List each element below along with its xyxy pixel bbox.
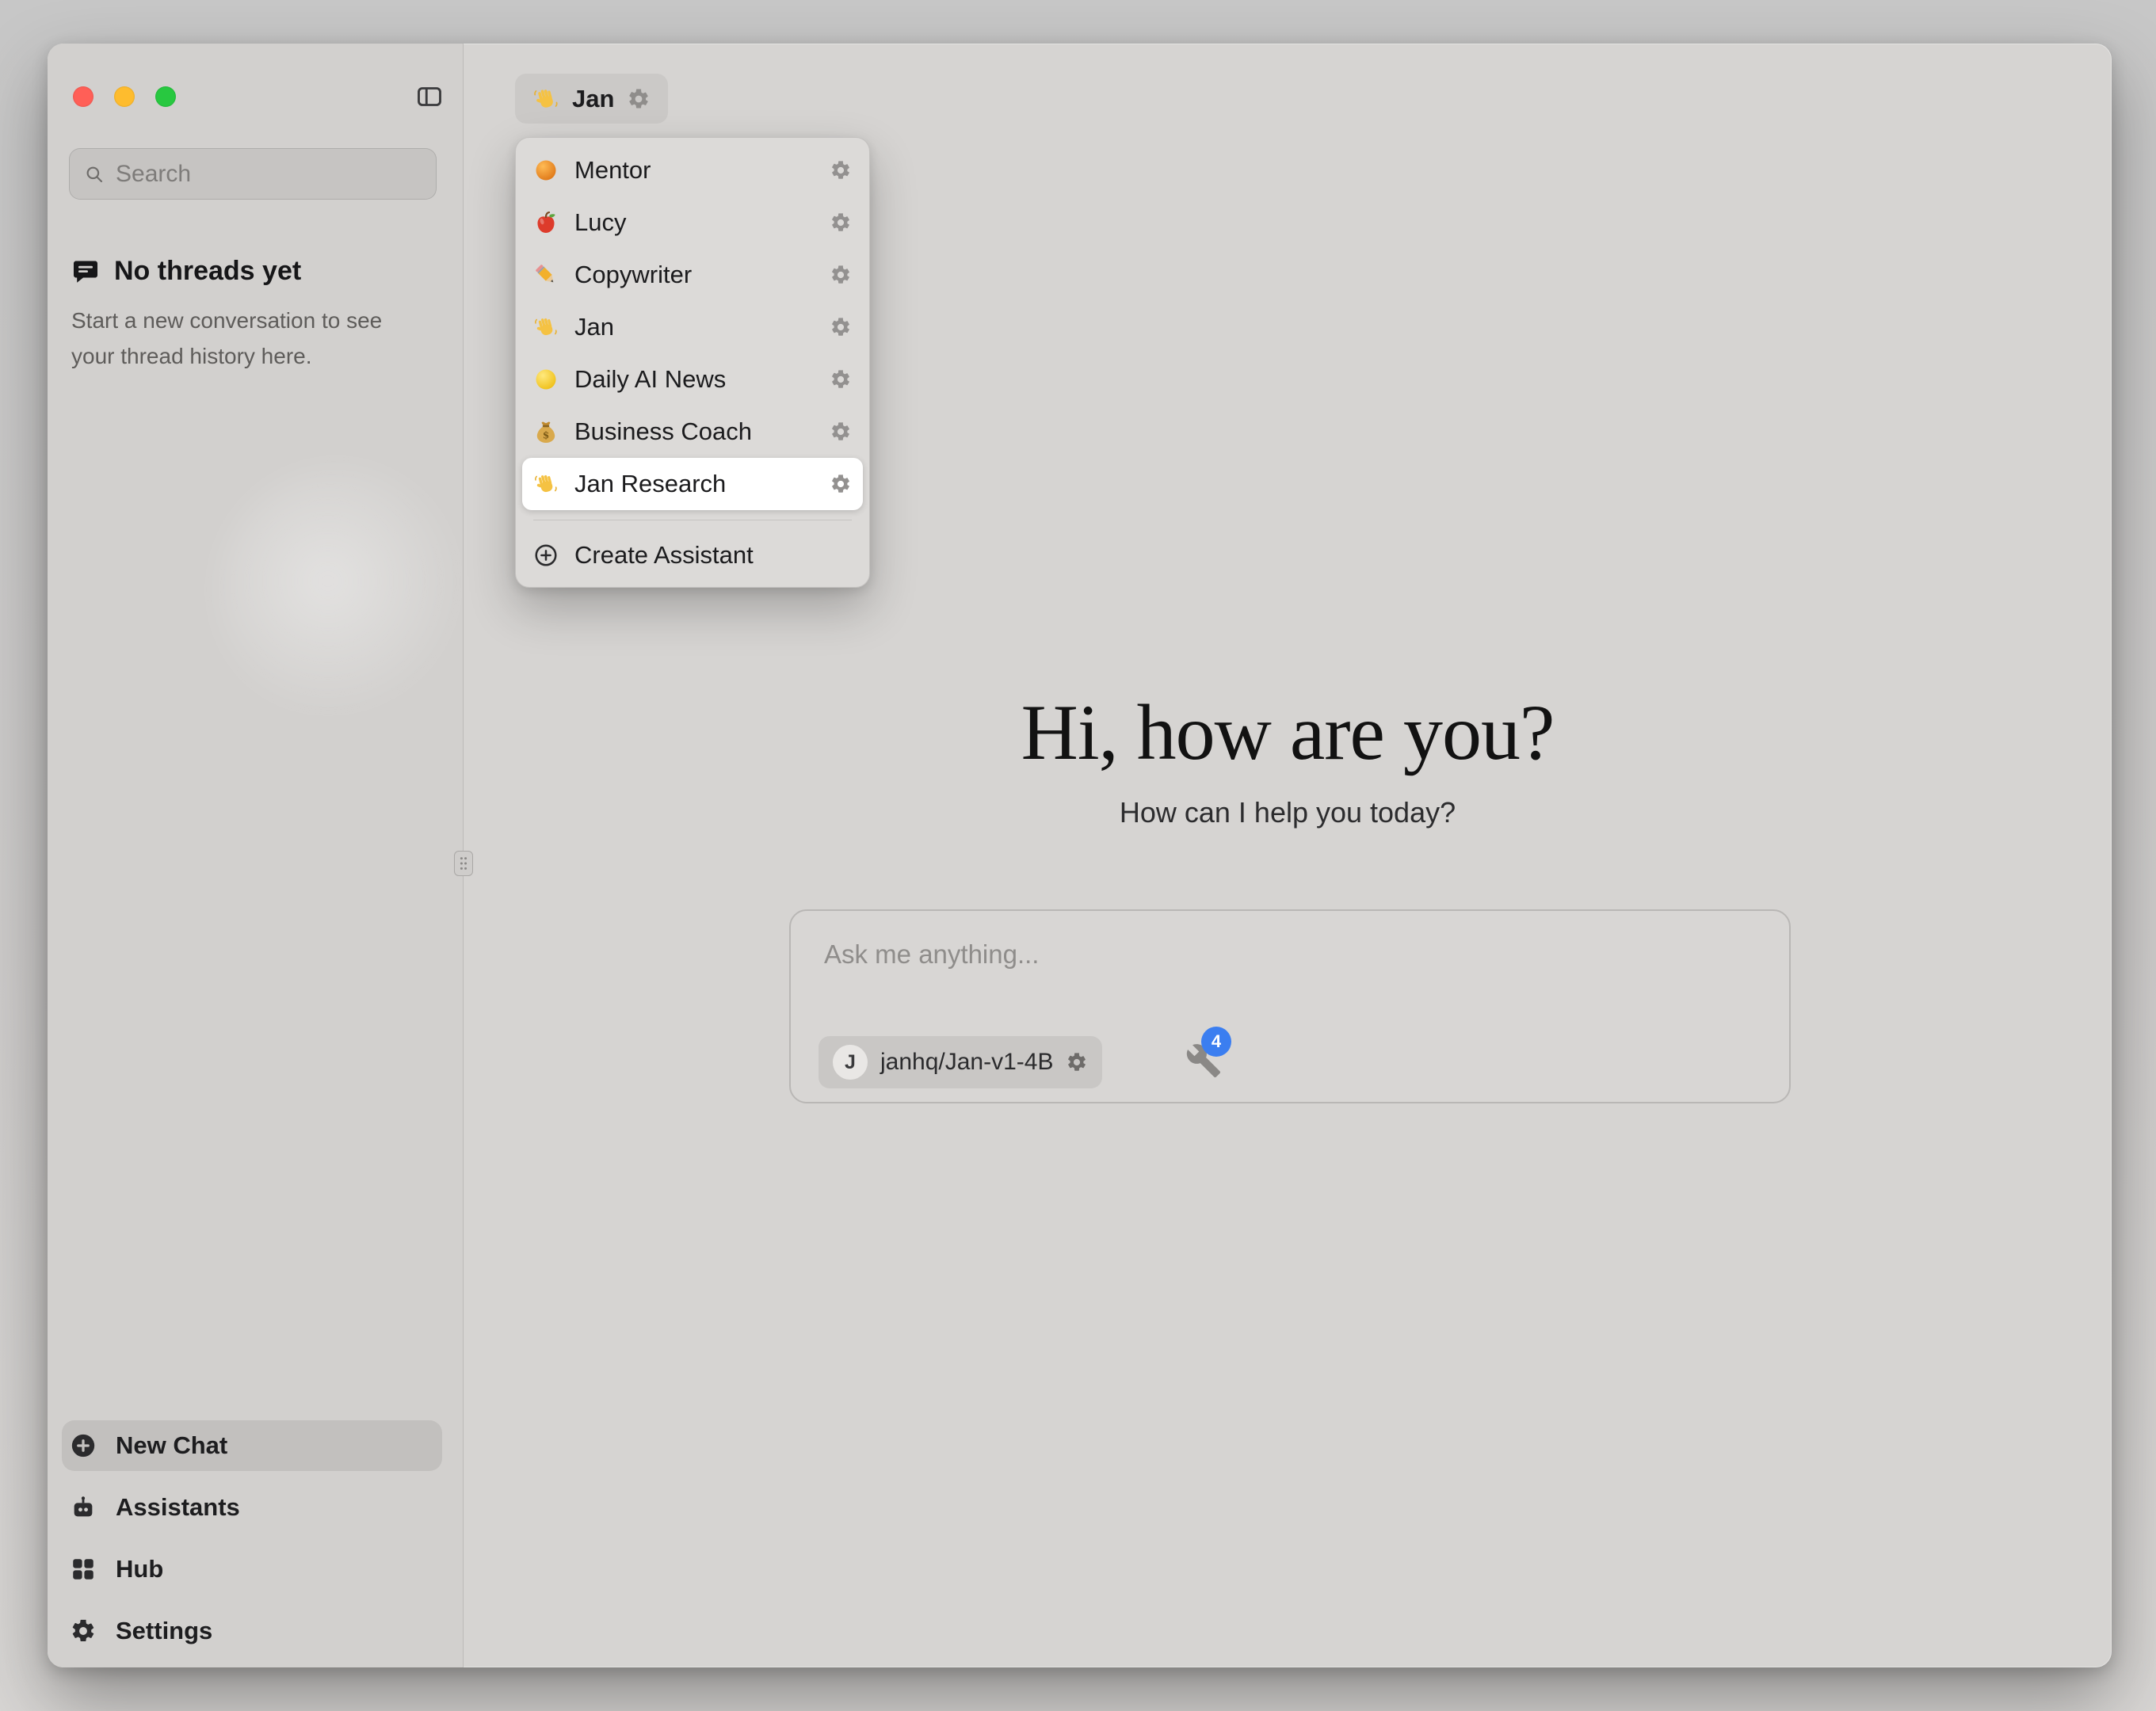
empty-state-title: No threads yet	[114, 256, 301, 287]
gear-icon[interactable]	[830, 421, 852, 443]
plus-circle-outline-icon	[533, 543, 559, 568]
gear-icon[interactable]	[830, 159, 852, 181]
menu-item-label: Jan Research	[574, 470, 814, 498]
gear-icon[interactable]	[830, 368, 852, 391]
menu-item-mentor[interactable]: Mentor	[522, 144, 863, 196]
money-bag-icon	[533, 419, 559, 444]
orange-circle-icon	[533, 158, 559, 183]
menu-item-business-coach[interactable]: Business Coach	[522, 406, 863, 458]
model-name: janhq/Jan-v1-4B	[880, 1049, 1053, 1076]
sidebar-toggle-icon	[415, 82, 444, 111]
sidebar-item-new-chat[interactable]: New Chat	[62, 1420, 442, 1471]
main-area: Jan Mentor Lucy Copywriter	[464, 44, 2112, 1667]
search-icon	[84, 162, 105, 186]
sidebar-item-label: New Chat	[116, 1431, 227, 1460]
zoom-button[interactable]	[155, 86, 176, 107]
sidebar-resize-handle[interactable]	[454, 851, 473, 876]
waving-hand-icon	[533, 471, 559, 497]
waving-hand-icon	[533, 314, 559, 340]
greeting-heading: Hi, how are you?	[464, 687, 2112, 778]
hub-grid-icon	[70, 1556, 97, 1583]
close-button[interactable]	[73, 86, 93, 107]
sidebar-item-assistants[interactable]: Assistants	[62, 1482, 442, 1533]
settings-gear-icon	[70, 1618, 97, 1644]
sidebar-decorative-blob	[214, 463, 464, 725]
sidebar: No threads yet Start a new conversation …	[48, 44, 464, 1667]
gear-icon[interactable]	[830, 316, 852, 338]
chat-bubble-icon	[71, 257, 100, 286]
plus-circle-icon	[70, 1432, 97, 1459]
menu-item-daily-ai-news[interactable]: Daily AI News	[522, 353, 863, 406]
sidebar-item-label: Settings	[116, 1617, 212, 1645]
menu-item-lucy[interactable]: Lucy	[522, 196, 863, 249]
gear-icon[interactable]	[830, 264, 852, 286]
menu-item-create-assistant[interactable]: Create Assistant	[522, 530, 863, 581]
sidebar-item-label: Assistants	[116, 1493, 240, 1522]
assistant-dropdown-menu: Mentor Lucy Copywriter Jan Daily AI News	[515, 137, 870, 588]
assistant-selector[interactable]: Jan	[515, 74, 668, 124]
menu-item-jan-research[interactable]: Jan Research	[522, 458, 863, 510]
chat-input[interactable]	[824, 939, 1537, 1011]
tools-count-badge: 4	[1201, 1027, 1231, 1057]
chat-composer: J janhq/Jan-v1-4B 4	[789, 909, 1791, 1103]
menu-item-label: Lucy	[574, 208, 814, 237]
sidebar-nav: New Chat Assistants Hub Settings	[62, 1420, 442, 1667]
menu-item-label: Jan	[574, 313, 814, 341]
drag-dots-icon	[458, 855, 469, 872]
search-field[interactable]	[69, 148, 437, 200]
sidebar-item-label: Hub	[116, 1555, 163, 1583]
menu-item-jan[interactable]: Jan	[522, 301, 863, 353]
minimize-button[interactable]	[114, 86, 135, 107]
sidebar-item-hub[interactable]: Hub	[62, 1544, 442, 1595]
app-window: No threads yet Start a new conversation …	[48, 44, 2112, 1667]
model-selector[interactable]: J janhq/Jan-v1-4B	[819, 1036, 1102, 1088]
search-input[interactable]	[116, 161, 422, 188]
menu-item-label: Business Coach	[574, 417, 814, 446]
model-avatar: J	[833, 1045, 868, 1080]
menu-item-label: Mentor	[574, 156, 814, 185]
sidebar-item-settings[interactable]: Settings	[62, 1606, 442, 1656]
window-controls	[73, 86, 176, 107]
menu-item-copywriter[interactable]: Copywriter	[522, 249, 863, 301]
threads-empty-state: No threads yet Start a new conversation …	[71, 256, 424, 375]
sidebar-toggle-button[interactable]	[410, 78, 448, 115]
menu-item-label: Copywriter	[574, 261, 814, 289]
current-assistant-name: Jan	[572, 85, 614, 113]
pencil-icon	[533, 262, 559, 288]
menu-item-label: Create Assistant	[574, 541, 852, 570]
greeting-subtitle: How can I help you today?	[464, 796, 2112, 829]
model-settings-gear-icon[interactable]	[1066, 1051, 1088, 1073]
menu-item-label: Daily AI News	[574, 365, 814, 394]
empty-state-description: Start a new conversation to see your thr…	[71, 303, 424, 375]
apple-icon	[533, 210, 559, 235]
gear-icon[interactable]	[830, 211, 852, 234]
assistants-icon	[70, 1494, 97, 1521]
assistant-settings-gear-icon[interactable]	[627, 87, 651, 111]
gear-icon[interactable]	[830, 473, 852, 495]
yellow-circle-icon	[533, 367, 559, 392]
waving-hand-icon	[532, 86, 559, 112]
